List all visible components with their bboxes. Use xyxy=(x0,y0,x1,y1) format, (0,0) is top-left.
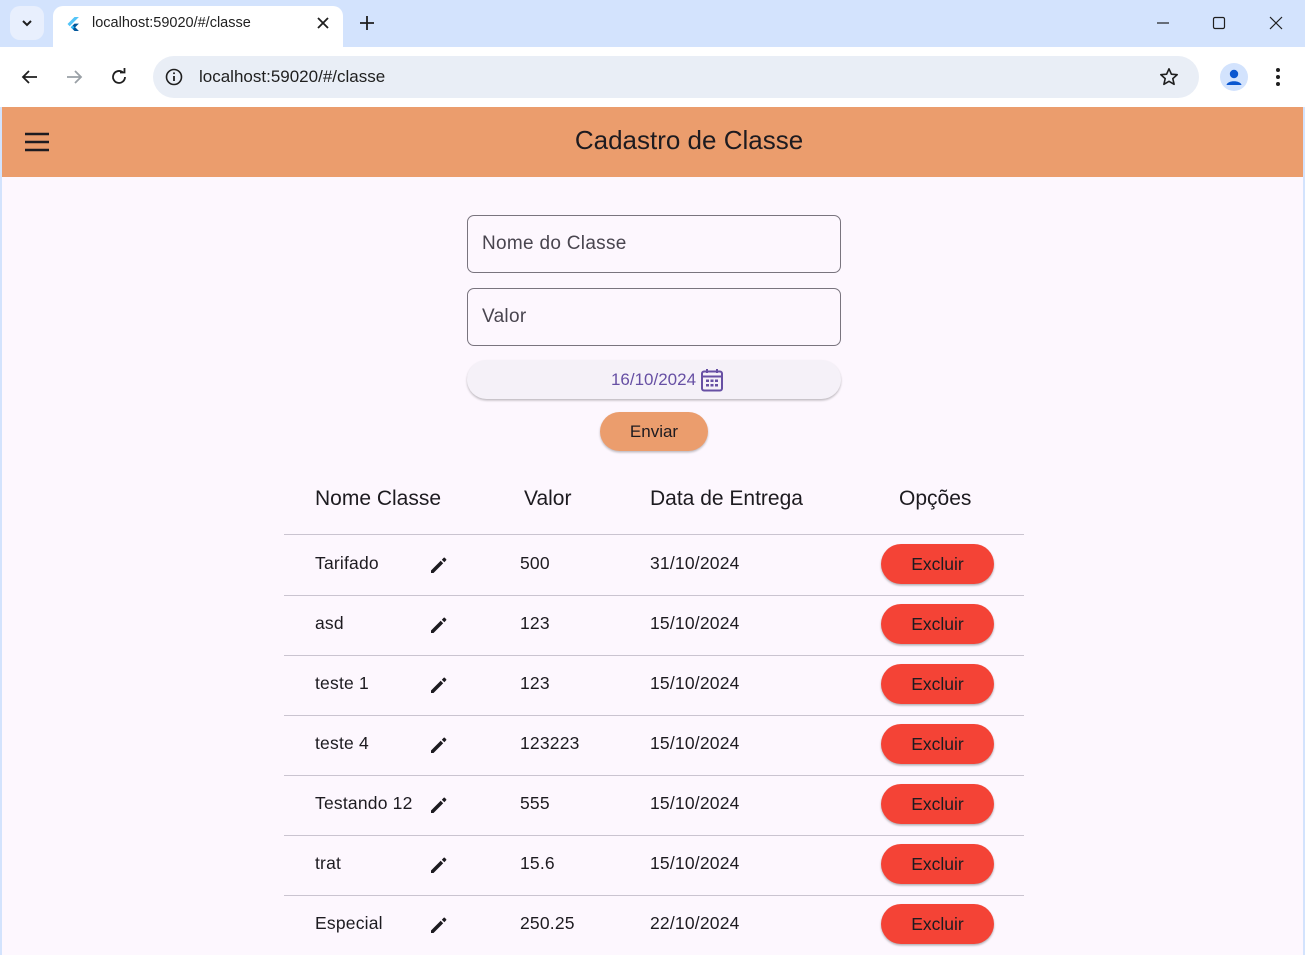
cell-class-name: Testando 12 xyxy=(315,793,413,813)
edit-button[interactable] xyxy=(427,733,451,757)
arrow-left-icon xyxy=(21,70,37,84)
delete-button[interactable]: Excluir xyxy=(881,784,994,824)
minimize-icon xyxy=(1157,22,1169,24)
column-header-date: Data de Entrega xyxy=(650,487,803,510)
chevron-down-icon xyxy=(22,20,32,27)
app-bar: Cadastro de Classe xyxy=(2,107,1303,177)
pencil-icon xyxy=(431,857,447,873)
value-field[interactable] xyxy=(467,288,841,346)
cell-class-name: trat xyxy=(315,853,342,873)
close-icon xyxy=(317,17,329,29)
person-icon xyxy=(1226,69,1242,85)
reload-icon xyxy=(112,68,126,84)
bookmark-button[interactable] xyxy=(1158,66,1180,88)
browser-menu-button[interactable] xyxy=(1266,63,1290,91)
new-tab-button[interactable] xyxy=(356,12,378,34)
tab-list-button[interactable] xyxy=(10,6,44,40)
browser-tab-strip: localhost:59020/#/classe xyxy=(0,0,1305,47)
cell-delivery-date: 15/10/2024 xyxy=(650,853,740,873)
info-icon xyxy=(165,68,183,86)
cell-delivery-date: 15/10/2024 xyxy=(650,793,740,813)
delete-button[interactable]: Excluir xyxy=(881,724,994,764)
table-row: asd 123 15/10/2024 Excluir xyxy=(284,595,1024,656)
cell-value: 123 xyxy=(520,613,550,633)
cell-class-name: Especial xyxy=(315,913,383,933)
delete-button[interactable]: Excluir xyxy=(881,544,994,584)
date-picker-button[interactable]: 16/10/2024 xyxy=(467,360,841,399)
pencil-icon xyxy=(431,677,447,693)
column-header-value: Valor xyxy=(524,487,572,510)
app-viewport: Cadastro de Classe 16/10/2024 Enviar Nom… xyxy=(2,107,1303,955)
cell-delivery-date: 22/10/2024 xyxy=(650,913,740,933)
cell-value: 15.6 xyxy=(520,853,555,873)
url-text[interactable]: localhost:59020/#/classe xyxy=(199,67,385,87)
forward-button[interactable] xyxy=(60,63,88,91)
tab-title: localhost:59020/#/classe xyxy=(92,15,251,31)
cell-delivery-date: 15/10/2024 xyxy=(650,613,740,633)
back-button[interactable] xyxy=(16,63,44,91)
cell-value: 250.25 xyxy=(520,913,575,933)
delete-button[interactable]: Excluir xyxy=(881,604,994,644)
more-vert-icon xyxy=(1276,68,1280,86)
table-row: teste 4 123223 15/10/2024 Excluir xyxy=(284,715,1024,776)
address-bar[interactable]: localhost:59020/#/classe xyxy=(153,56,1199,98)
edit-button[interactable] xyxy=(427,913,451,937)
site-info-button[interactable] xyxy=(163,66,185,88)
cell-delivery-date: 31/10/2024 xyxy=(650,553,740,573)
pencil-icon xyxy=(431,617,447,633)
cell-class-name: asd xyxy=(315,613,344,633)
cell-value: 555 xyxy=(520,793,550,813)
table-row: Especial 250.25 22/10/2024 Excluir xyxy=(284,895,1024,955)
calendar-icon xyxy=(701,368,724,391)
edit-button[interactable] xyxy=(427,673,451,697)
cell-class-name: teste 1 xyxy=(315,673,369,693)
minimize-button[interactable] xyxy=(1152,12,1174,34)
cell-value: 123223 xyxy=(520,733,580,753)
maximize-icon xyxy=(1212,16,1226,30)
cell-delivery-date: 15/10/2024 xyxy=(650,673,740,693)
cell-class-name: teste 4 xyxy=(315,733,369,753)
delete-button[interactable]: Excluir xyxy=(881,844,994,884)
pencil-icon xyxy=(431,737,447,753)
cell-value: 123 xyxy=(520,673,550,693)
table-row: Testando 12 555 15/10/2024 Excluir xyxy=(284,775,1024,836)
browser-tab-active[interactable]: localhost:59020/#/classe xyxy=(53,6,343,47)
column-header-name: Nome Classe xyxy=(315,487,442,510)
table-row: teste 1 123 15/10/2024 Excluir xyxy=(284,655,1024,716)
pencil-icon xyxy=(431,797,447,813)
page-title: Cadastro de Classe xyxy=(574,125,804,155)
arrow-right-icon xyxy=(67,70,83,84)
cell-value: 500 xyxy=(520,553,550,573)
selected-date: 16/10/2024 xyxy=(610,369,697,389)
star-icon xyxy=(1160,68,1178,86)
delete-button[interactable]: Excluir xyxy=(881,664,994,704)
cell-class-name: Tarifado xyxy=(315,553,379,573)
tab-close-button[interactable] xyxy=(313,13,333,33)
edit-button[interactable] xyxy=(427,793,451,817)
flutter-icon xyxy=(67,17,79,31)
class-name-input[interactable] xyxy=(468,216,840,272)
browser-toolbar: localhost:59020/#/classe xyxy=(0,47,1305,107)
table-row: Tarifado 500 31/10/2024 Excluir xyxy=(284,535,1024,596)
pencil-icon xyxy=(431,917,447,933)
class-name-field[interactable] xyxy=(467,215,841,273)
pencil-icon xyxy=(431,557,447,573)
value-input[interactable] xyxy=(468,289,840,345)
edit-button[interactable] xyxy=(427,853,451,877)
cell-delivery-date: 15/10/2024 xyxy=(650,733,740,753)
close-icon xyxy=(1269,16,1283,30)
profile-button[interactable] xyxy=(1220,63,1248,91)
edit-button[interactable] xyxy=(427,553,451,577)
plus-icon xyxy=(360,16,374,30)
column-header-options: Opções xyxy=(899,487,972,510)
maximize-button[interactable] xyxy=(1208,12,1230,34)
reload-button[interactable] xyxy=(105,63,133,91)
table-row: trat 15.6 15/10/2024 Excluir xyxy=(284,835,1024,896)
submit-button[interactable]: Enviar xyxy=(600,412,708,451)
close-window-button[interactable] xyxy=(1265,12,1287,34)
delete-button[interactable]: Excluir xyxy=(881,904,994,944)
edit-button[interactable] xyxy=(427,613,451,637)
